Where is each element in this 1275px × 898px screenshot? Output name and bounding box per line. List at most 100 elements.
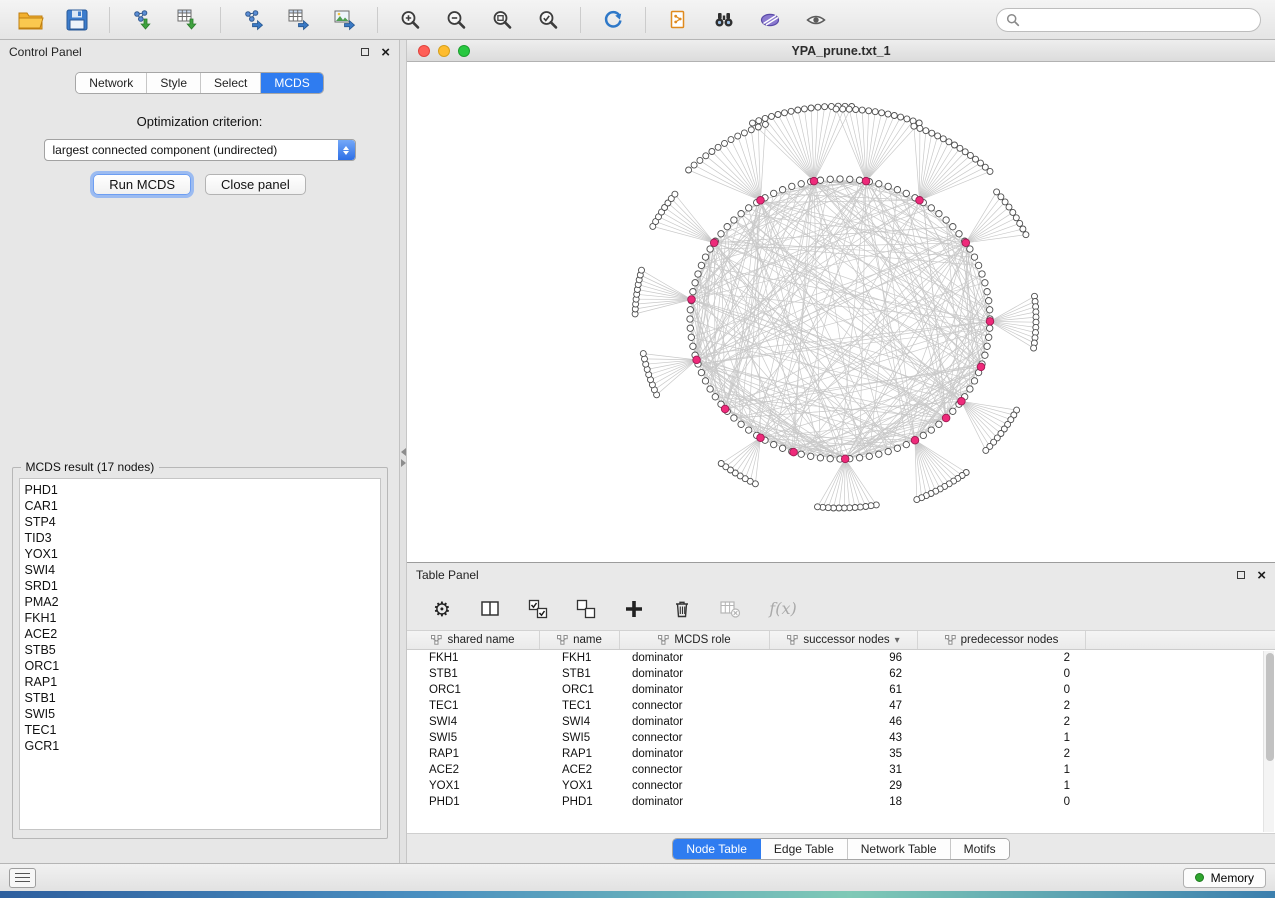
maximize-window-icon[interactable] — [458, 45, 470, 57]
refresh-button[interactable] — [596, 5, 630, 35]
tab-edge-table[interactable]: Edge Table — [761, 839, 848, 859]
table-cell: 35 — [770, 748, 918, 760]
mcds-result-item[interactable]: GCR1 — [25, 738, 375, 754]
float-table-panel-icon[interactable] — [1237, 571, 1245, 579]
control-panel-tabs-row: NetworkStyleSelectMCDS — [0, 72, 399, 94]
zoom-selected-button[interactable] — [531, 5, 565, 35]
mcds-result-item[interactable]: SWI5 — [25, 706, 375, 722]
table-row[interactable]: PHD1PHD1dominator180 — [407, 794, 1275, 810]
dropdown-stepper-icon — [338, 140, 355, 160]
run-mcds-button[interactable]: Run MCDS — [93, 174, 191, 195]
export-network-button[interactable] — [236, 5, 270, 35]
float-panel-icon[interactable] — [361, 48, 369, 56]
mcds-result-item[interactable]: CAR1 — [25, 498, 375, 514]
table-cell: 18 — [770, 796, 918, 808]
import-table-button[interactable] — [171, 5, 205, 35]
show-details-button[interactable] — [799, 5, 833, 35]
search-box[interactable] — [996, 8, 1261, 32]
panel-splitter[interactable] — [400, 40, 407, 863]
tab-network-table[interactable]: Network Table — [848, 839, 951, 859]
toolbar-separator — [220, 7, 221, 33]
search-input[interactable] — [1025, 12, 1251, 28]
table-cell: 62 — [770, 668, 918, 680]
table-row[interactable]: ORC1ORC1dominator610 — [407, 682, 1275, 698]
network-canvas[interactable] — [407, 62, 1275, 562]
mcds-result-item[interactable]: SWI4 — [25, 562, 375, 578]
select-all-button[interactable] — [525, 596, 551, 622]
close-panel-icon[interactable]: × — [381, 45, 390, 60]
mcds-result-item[interactable]: PMA2 — [25, 594, 375, 610]
duplicate-network-button[interactable] — [661, 5, 695, 35]
table-row[interactable]: SWI4SWI4dominator462 — [407, 714, 1275, 730]
hide-details-button[interactable] — [753, 5, 787, 35]
mcds-result-item[interactable]: ORC1 — [25, 658, 375, 674]
zoom-in-button[interactable] — [393, 5, 427, 35]
column-header-MCDS-role[interactable]: MCDS role — [620, 631, 770, 649]
column-header-name[interactable]: name — [540, 631, 620, 649]
mcds-result-item[interactable]: STP4 — [25, 514, 375, 530]
column-header-shared-name[interactable]: shared name — [407, 631, 540, 649]
search-icon — [1006, 13, 1020, 27]
mcds-result-item[interactable]: STB5 — [25, 642, 375, 658]
minimize-window-icon[interactable] — [438, 45, 450, 57]
mcds-result-item[interactable]: SRD1 — [25, 578, 375, 594]
zoom-fit-button[interactable] — [485, 5, 519, 35]
tab-style[interactable]: Style — [147, 73, 201, 93]
table-row[interactable]: SWI5SWI5connector431 — [407, 730, 1275, 746]
find-button[interactable] — [707, 5, 741, 35]
export-table-button[interactable] — [282, 5, 316, 35]
mcds-result-item[interactable]: FKH1 — [25, 610, 375, 626]
table-row[interactable]: FKH1FKH1dominator962 — [407, 650, 1275, 666]
network-window: YPA_prune.txt_1 — [407, 40, 1275, 563]
table-cell: 61 — [770, 684, 918, 696]
table-row[interactable]: YOX1YOX1connector291 — [407, 778, 1275, 794]
column-header-successor-nodes[interactable]: successor nodes▾ — [770, 631, 918, 649]
mcds-result-item[interactable]: ACE2 — [25, 626, 375, 642]
mcds-result-item[interactable]: RAP1 — [25, 674, 375, 690]
zoom-out-button[interactable] — [439, 5, 473, 35]
criterion-dropdown[interactable]: largest connected component (undirected) — [44, 139, 356, 161]
mcds-result-list[interactable]: PHD1CAR1STP4TID3YOX1SWI4SRD1PMA2FKH1ACE2… — [19, 478, 381, 830]
tab-node-table[interactable]: Node Table — [673, 839, 761, 859]
collapse-left-icon[interactable] — [401, 448, 406, 456]
scrollbar-thumb[interactable] — [1266, 653, 1274, 761]
import-network-button[interactable] — [125, 5, 159, 35]
table-row[interactable]: RAP1RAP1dominator352 — [407, 746, 1275, 762]
table-settings-button[interactable]: ⚙ — [429, 596, 455, 622]
tab-select[interactable]: Select — [201, 73, 261, 93]
expand-right-icon[interactable] — [401, 459, 406, 467]
tab-motifs[interactable]: Motifs — [951, 839, 1009, 859]
tab-mcds[interactable]: MCDS — [261, 73, 322, 93]
close-window-icon[interactable] — [418, 45, 430, 57]
network-titlebar: YPA_prune.txt_1 — [407, 40, 1275, 62]
mcds-result-item[interactable]: TID3 — [25, 530, 375, 546]
table-cell: 31 — [770, 764, 918, 776]
table-row[interactable]: STB1STB1dominator620 — [407, 666, 1275, 682]
table-cell: connector — [620, 732, 770, 744]
table-row[interactable]: TEC1TEC1connector472 — [407, 698, 1275, 714]
deselect-all-button[interactable] — [573, 596, 599, 622]
splitter-collapse-icons[interactable] — [400, 448, 407, 467]
column-header-predecessor-nodes[interactable]: predecessor nodes — [918, 631, 1086, 649]
panel-menu-button[interactable] — [9, 868, 36, 888]
add-column-button[interactable] — [621, 596, 647, 622]
mcds-result-item[interactable]: PHD1 — [25, 482, 375, 498]
memory-button[interactable]: Memory — [1183, 868, 1266, 888]
table-cell: 1 — [918, 732, 1086, 744]
delete-column-button[interactable] — [669, 596, 695, 622]
table-cell: TEC1 — [540, 700, 620, 712]
close-panel-button[interactable]: Close panel — [205, 174, 306, 195]
show-columns-button[interactable] — [477, 596, 503, 622]
export-image-button[interactable] — [328, 5, 362, 35]
close-table-panel-icon[interactable]: × — [1257, 568, 1266, 583]
mcds-result-item[interactable]: TEC1 — [25, 722, 375, 738]
tab-network[interactable]: Network — [76, 73, 147, 93]
save-session-button[interactable] — [60, 5, 94, 35]
table-row[interactable]: ACE2ACE2connector311 — [407, 762, 1275, 778]
table-panel-header: Table Panel × — [407, 563, 1275, 587]
open-session-button[interactable] — [14, 5, 48, 35]
table-vertical-scrollbar[interactable] — [1263, 651, 1274, 832]
node-table-header-row: shared namenameMCDS rolesuccessor nodes▾… — [407, 631, 1275, 650]
mcds-result-item[interactable]: STB1 — [25, 690, 375, 706]
mcds-result-item[interactable]: YOX1 — [25, 546, 375, 562]
